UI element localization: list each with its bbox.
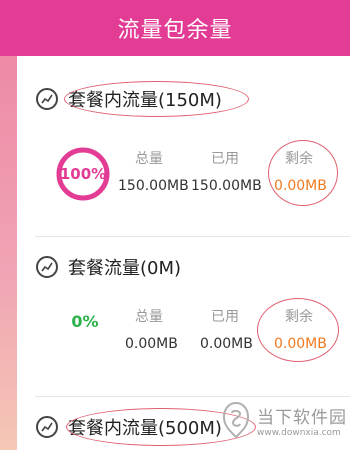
total-value: 150.00MB [118,178,189,194]
package-list[interactable]: 套餐内流量(150M) 100% 总量 150.00MB 已用 150.00MB… [17,56,350,450]
package-title: 套餐内流量(150M) [68,90,222,111]
watermark-url: www.downxia.com [257,427,341,438]
used-value: 150.00MB [191,178,262,194]
used-value: 0.00MB [200,336,253,352]
usage-percent: 0% [71,312,99,331]
package-title: 套餐流量(0M) [68,258,182,279]
data-trend-icon [36,256,58,278]
package-header: 套餐流量(0M) [36,252,181,282]
usage-percent: 100% [59,165,107,183]
site-watermark: 当下软件园 www.downxia.com [221,397,347,443]
package-header: 套餐内流量(150M) [36,84,222,114]
app-header: 流量包余量 [0,0,350,56]
total-label: 总量 [135,309,163,325]
package-header: 套餐内流量(500M) [36,412,222,442]
watermark-name: 当下软件园 [257,407,347,428]
card-divider [35,236,350,237]
total-value: 0.00MB [125,336,178,352]
package-title: 套餐内流量(500M) [68,418,222,439]
data-trend-icon [36,416,58,438]
total-label: 总量 [135,151,163,167]
usage-ring: 100% [55,146,111,202]
data-trend-icon [36,88,58,110]
remain-value: 0.00MB [274,336,327,352]
remain-label: 剩余 [285,309,313,325]
watermark-logo-icon [222,401,250,439]
side-decoration-strip [0,56,17,450]
remain-value: 0.00MB [274,178,327,194]
remain-label: 剩余 [285,151,313,167]
used-label: 已用 [211,151,239,167]
page-title: 流量包余量 [117,18,233,43]
used-label: 已用 [211,309,239,325]
